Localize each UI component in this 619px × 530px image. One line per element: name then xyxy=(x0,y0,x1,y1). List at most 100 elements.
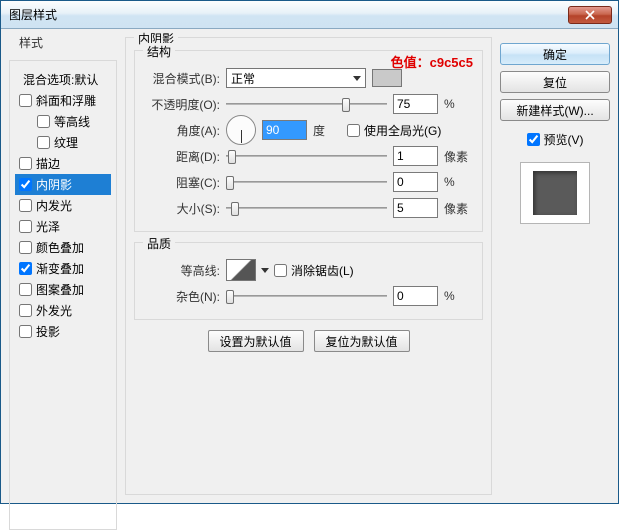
choke-unit: % xyxy=(444,175,472,189)
new-style-button[interactable]: 新建样式(W)... xyxy=(500,99,610,121)
style-label: 描边 xyxy=(36,155,60,172)
default-buttons-row: 设置为默认值 复位为默认值 xyxy=(134,330,483,352)
close-button[interactable] xyxy=(568,6,612,24)
style-label: 投影 xyxy=(36,323,60,340)
window-title: 图层样式 xyxy=(7,6,568,23)
style-item-7[interactable]: 颜色叠加 xyxy=(15,237,111,258)
style-checkbox[interactable] xyxy=(19,262,32,275)
blend-options-item[interactable]: 混合选项:默认 xyxy=(15,69,111,90)
ok-button[interactable]: 确定 xyxy=(500,43,610,65)
style-checkbox[interactable] xyxy=(19,241,32,254)
distance-input[interactable] xyxy=(393,146,438,166)
make-default-button[interactable]: 设置为默认值 xyxy=(208,330,304,352)
angle-input[interactable] xyxy=(262,120,307,140)
style-label: 外发光 xyxy=(36,302,72,319)
angle-dial[interactable] xyxy=(226,115,256,145)
blend-mode-row: 混合模式(B): 正常 xyxy=(145,65,472,91)
style-checkbox[interactable] xyxy=(19,220,32,233)
choke-row: 阻塞(C): % xyxy=(145,169,472,195)
angle-label: 角度(A): xyxy=(145,122,220,139)
style-checkbox[interactable] xyxy=(19,178,32,191)
opacity-row: 不透明度(O): % xyxy=(145,91,472,117)
style-item-2[interactable]: 纹理 xyxy=(15,132,111,153)
opacity-slider[interactable] xyxy=(226,95,387,113)
dialog-content: 样式 混合选项:默认 斜面和浮雕等高线纹理描边内阴影内发光光泽颜色叠加渐变叠加图… xyxy=(1,29,618,503)
blend-mode-label: 混合模式(B): xyxy=(145,70,220,87)
antialias-label: 消除锯齿(L) xyxy=(291,262,354,279)
style-label: 斜面和浮雕 xyxy=(36,92,96,109)
reset-default-button[interactable]: 复位为默认值 xyxy=(314,330,410,352)
reset-button[interactable]: 复位 xyxy=(500,71,610,93)
antialias-checkbox[interactable]: 消除锯齿(L) xyxy=(274,262,354,279)
distance-row: 距离(D): 像素 xyxy=(145,143,472,169)
style-checkbox[interactable] xyxy=(19,199,32,212)
style-label: 光泽 xyxy=(36,218,60,235)
styles-heading: 样式 xyxy=(16,34,46,51)
style-item-11[interactable]: 投影 xyxy=(15,321,111,342)
style-item-5[interactable]: 内发光 xyxy=(15,195,111,216)
titlebar[interactable]: 图层样式 xyxy=(1,1,618,29)
global-light-checkbox[interactable]: 使用全局光(G) xyxy=(347,122,441,139)
color-swatch[interactable] xyxy=(372,69,402,87)
size-label: 大小(S): xyxy=(145,200,220,217)
layer-style-dialog: 图层样式 样式 混合选项:默认 斜面和浮雕等高线纹理描边内阴影内发光光泽颜色叠加… xyxy=(0,0,619,504)
style-list: 混合选项:默认 斜面和浮雕等高线纹理描边内阴影内发光光泽颜色叠加渐变叠加图案叠加… xyxy=(15,69,111,342)
contour-row: 等高线: 消除锯齿(L) xyxy=(145,257,472,283)
blend-options-label: 混合选项:默认 xyxy=(19,71,98,88)
antialias-input[interactable] xyxy=(274,264,287,277)
style-checkbox[interactable] xyxy=(37,136,50,149)
noise-label: 杂色(N): xyxy=(145,288,220,305)
size-row: 大小(S): 像素 xyxy=(145,195,472,221)
contour-label: 等高线: xyxy=(145,262,220,279)
style-label: 图案叠加 xyxy=(36,281,84,298)
preview-swatch xyxy=(533,171,577,215)
opacity-label: 不透明度(O): xyxy=(145,96,220,113)
style-item-8[interactable]: 渐变叠加 xyxy=(15,258,111,279)
style-label: 内发光 xyxy=(36,197,72,214)
style-label: 颜色叠加 xyxy=(36,239,84,256)
preview-checkbox[interactable]: 预览(V) xyxy=(500,131,610,148)
style-label: 等高线 xyxy=(54,113,90,130)
global-light-label: 使用全局光(G) xyxy=(364,122,441,139)
opacity-input[interactable] xyxy=(393,94,438,114)
style-label: 内阴影 xyxy=(36,176,72,193)
middle-column: 内阴影 色值：c9c5c5 结构 混合模式(B): 正常 不透明度(O): xyxy=(125,37,492,495)
left-column: 样式 混合选项:默认 斜面和浮雕等高线纹理描边内阴影内发光光泽颜色叠加渐变叠加图… xyxy=(9,37,117,495)
choke-input[interactable] xyxy=(393,172,438,192)
contour-picker[interactable] xyxy=(226,259,256,281)
styles-panel: 混合选项:默认 斜面和浮雕等高线纹理描边内阴影内发光光泽颜色叠加渐变叠加图案叠加… xyxy=(9,60,117,530)
close-icon xyxy=(585,10,595,20)
style-item-6[interactable]: 光泽 xyxy=(15,216,111,237)
style-checkbox[interactable] xyxy=(19,94,32,107)
style-checkbox[interactable] xyxy=(37,115,50,128)
noise-input[interactable] xyxy=(393,286,438,306)
opacity-unit: % xyxy=(444,97,472,111)
quality-heading: 品质 xyxy=(143,235,175,252)
angle-row: 角度(A): 度 使用全局光(G) xyxy=(145,117,472,143)
style-checkbox[interactable] xyxy=(19,304,32,317)
style-item-9[interactable]: 图案叠加 xyxy=(15,279,111,300)
style-checkbox[interactable] xyxy=(19,283,32,296)
preview-label: 预览(V) xyxy=(544,131,584,148)
right-column: 确定 复位 新建样式(W)... 预览(V) xyxy=(500,37,610,495)
style-item-0[interactable]: 斜面和浮雕 xyxy=(15,90,111,111)
blend-mode-combo[interactable]: 正常 xyxy=(226,68,366,88)
noise-slider[interactable] xyxy=(226,287,387,305)
style-item-1[interactable]: 等高线 xyxy=(15,111,111,132)
size-unit: 像素 xyxy=(444,200,472,217)
style-item-10[interactable]: 外发光 xyxy=(15,300,111,321)
style-checkbox[interactable] xyxy=(19,325,32,338)
global-light-input[interactable] xyxy=(347,124,360,137)
size-slider[interactable] xyxy=(226,199,387,217)
style-item-4[interactable]: 内阴影 xyxy=(15,174,111,195)
structure-group: 结构 混合模式(B): 正常 不透明度(O): % xyxy=(134,50,483,232)
style-checkbox[interactable] xyxy=(19,157,32,170)
distance-slider[interactable] xyxy=(226,147,387,165)
preview-input[interactable] xyxy=(527,133,540,146)
size-input[interactable] xyxy=(393,198,438,218)
style-item-3[interactable]: 描边 xyxy=(15,153,111,174)
choke-slider[interactable] xyxy=(226,173,387,191)
preview-box xyxy=(520,162,590,224)
noise-row: 杂色(N): % xyxy=(145,283,472,309)
angle-unit: 度 xyxy=(313,122,341,139)
